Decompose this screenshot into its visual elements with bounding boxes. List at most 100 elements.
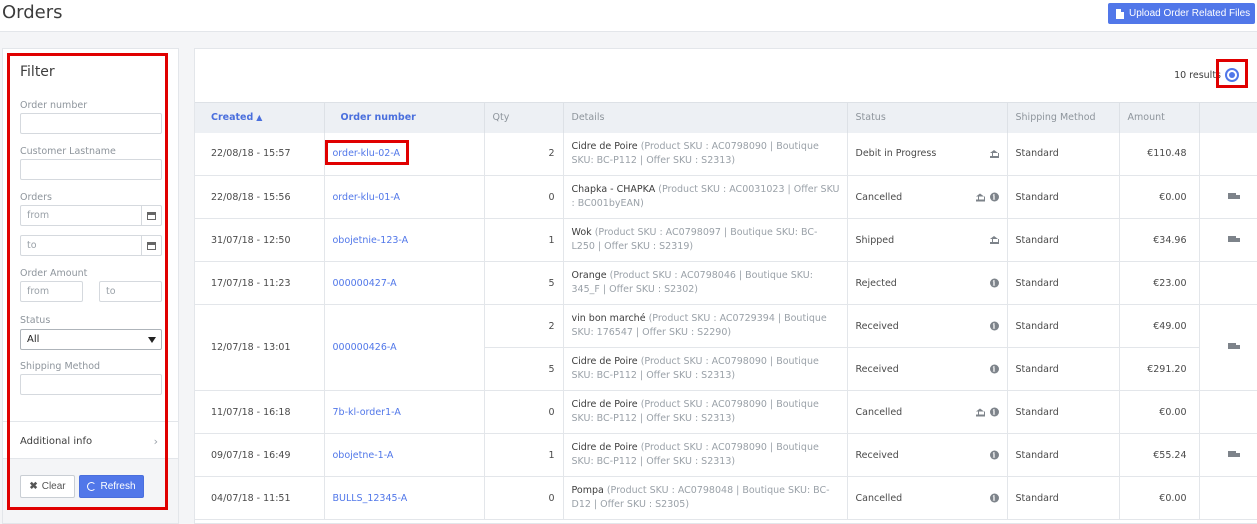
status-select-value: All xyxy=(27,334,40,345)
order-number-cell: 7b-kl-order1-A xyxy=(324,390,485,434)
order-amount-label: Order Amount xyxy=(20,268,88,279)
order-number-link[interactable]: 7b-kl-order1-A xyxy=(333,407,401,418)
column-header-shipping-method: Shipping Method xyxy=(1007,102,1120,133)
order-number-link[interactable]: order-klu-01-A xyxy=(333,192,401,203)
bank-icon xyxy=(989,236,999,244)
product-name: Cidre de Poire xyxy=(571,442,638,453)
order-number-link[interactable]: BULLS_12345-A xyxy=(333,493,408,504)
chevron-right-icon: › xyxy=(153,435,158,448)
action-cell xyxy=(1199,433,1257,477)
product-name: vin bon marché xyxy=(571,313,646,324)
info-icon[interactable]: i xyxy=(989,450,999,460)
product-sku: (Product SKU : AC0798097 | Boutique SKU:… xyxy=(571,227,818,252)
column-header-amount: Amount xyxy=(1119,102,1200,133)
order-number-link[interactable]: order-klu-02-A xyxy=(333,148,401,159)
amount-from-input[interactable]: from xyxy=(20,281,83,302)
amount-cell: €0.00 xyxy=(1119,175,1200,219)
order-number-input[interactable] xyxy=(20,113,162,134)
status-cell: Cancelled i xyxy=(847,390,1008,434)
status-text: Received xyxy=(855,363,899,375)
details-cell: Cidre de Poire (Product SKU : AC0798090 … xyxy=(563,347,848,391)
amount-cell: €55.24 xyxy=(1119,433,1200,477)
order-number-cell: BULLS_12345-A xyxy=(324,476,485,520)
status-cell: Received i xyxy=(847,433,1008,477)
shipping-cell: Standard xyxy=(1007,261,1120,305)
table-row: 09/07/18 - 16:49 obojetne-1-A 1 Cidre de… xyxy=(195,433,1257,477)
shipping-cell: Standard xyxy=(1007,304,1120,348)
clear-button[interactable]: ✖ Clear xyxy=(20,475,75,498)
results-count: 10 results xyxy=(1174,70,1221,81)
column-header-created[interactable]: Created ▲ xyxy=(195,102,325,133)
order-number-label: Order number xyxy=(20,100,88,111)
column-header-status: Status xyxy=(847,102,1008,133)
bank-icon xyxy=(975,408,985,416)
product-name: Cidre de Poire xyxy=(571,140,638,152)
orders-from-date-input[interactable]: from xyxy=(20,205,162,226)
amount-cell: €0.00 xyxy=(1119,390,1200,434)
status-cell: Cancelled i xyxy=(847,476,1008,520)
status-text: Cancelled xyxy=(855,492,903,504)
table-header-row: Created ▲ Order number Qty Details Status… xyxy=(195,102,1257,133)
action-cell xyxy=(1199,304,1257,391)
status-select[interactable]: All xyxy=(20,329,162,350)
status-text: Received xyxy=(855,320,899,332)
order-number-cell: order-klu-01-A xyxy=(324,175,485,219)
upload-order-files-button[interactable]: Upload Order Related Files xyxy=(1108,3,1255,24)
shipping-cell: Standard xyxy=(1007,132,1120,176)
clear-label: Clear xyxy=(41,481,66,492)
calendar-icon[interactable] xyxy=(141,206,161,225)
orders-from-placeholder: from xyxy=(27,210,50,221)
calendar-icon[interactable] xyxy=(141,236,161,255)
product-name: Wok xyxy=(571,227,592,238)
amount-cell: €49.00 xyxy=(1119,304,1200,348)
truck-icon[interactable] xyxy=(1227,192,1240,200)
order-number-cell: obojetne-1-A xyxy=(324,433,485,477)
info-icon[interactable]: i xyxy=(989,278,999,288)
shipping-method-label: Shipping Method xyxy=(20,361,101,372)
filter-panel: Filter Order number Customer Lastname Or… xyxy=(2,48,179,524)
filter-actions: ✖ Clear Refresh xyxy=(3,459,178,523)
action-cell xyxy=(1199,390,1257,434)
order-number-link[interactable]: 000000427-A xyxy=(333,278,397,289)
column-header-order-number[interactable]: Order number xyxy=(324,102,485,133)
filter-title: Filter xyxy=(20,64,55,80)
orders-to-date-input[interactable]: to xyxy=(20,235,162,256)
info-icon[interactable]: i xyxy=(989,407,999,417)
shipping-cell: Standard xyxy=(1007,347,1120,391)
qty-cell: 1 xyxy=(484,218,564,262)
refresh-button[interactable]: Refresh xyxy=(79,475,144,498)
order-number-link[interactable]: 000000426-A xyxy=(333,342,397,353)
close-icon: ✖ xyxy=(29,481,38,492)
info-icon[interactable]: i xyxy=(989,364,999,374)
details-cell: Orange (Product SKU : AC0798046 | Boutiq… xyxy=(563,261,848,305)
column-header-details: Details xyxy=(563,102,848,133)
info-icon[interactable]: i xyxy=(989,192,999,202)
download-icon[interactable] xyxy=(1225,68,1239,82)
status-label: Status xyxy=(20,315,51,326)
info-icon[interactable]: i xyxy=(989,321,999,331)
status-text: Debit in Progress xyxy=(855,148,937,160)
product-sku: (Product SKU : AC0798048 | Boutique SKU:… xyxy=(571,485,830,510)
qty-cell: 2 xyxy=(484,304,564,348)
truck-icon[interactable] xyxy=(1227,450,1240,458)
created-cell: 31/07/18 - 12:50 xyxy=(195,218,325,262)
truck-icon[interactable] xyxy=(1227,235,1240,243)
truck-icon[interactable] xyxy=(1227,343,1240,350)
amount-to-placeholder: to xyxy=(106,286,116,297)
order-number-link[interactable]: obojetne-1-A xyxy=(333,450,394,461)
info-icon[interactable]: i xyxy=(989,493,999,503)
amount-cell: €291.20 xyxy=(1119,347,1200,391)
shipping-cell: Standard xyxy=(1007,433,1120,477)
additional-info-toggle[interactable]: Additional info › xyxy=(3,421,178,459)
column-header-actions xyxy=(1199,102,1257,133)
product-name: Cidre de Poire xyxy=(571,356,638,367)
status-text: Shipped xyxy=(855,234,895,246)
customer-lastname-input[interactable] xyxy=(20,159,162,180)
shipping-method-input[interactable] xyxy=(20,374,162,395)
details-cell: vin bon marché (Product SKU : AC0729394 … xyxy=(563,304,848,348)
order-number-link[interactable]: obojetnie-123-A xyxy=(333,235,409,246)
amount-to-input[interactable]: to xyxy=(99,281,162,302)
table-row: 31/07/18 - 12:50 obojetnie-123-A 1 Wok (… xyxy=(195,218,1257,262)
created-cell: 12/07/18 - 13:01 xyxy=(195,304,325,391)
action-cell xyxy=(1199,132,1257,176)
